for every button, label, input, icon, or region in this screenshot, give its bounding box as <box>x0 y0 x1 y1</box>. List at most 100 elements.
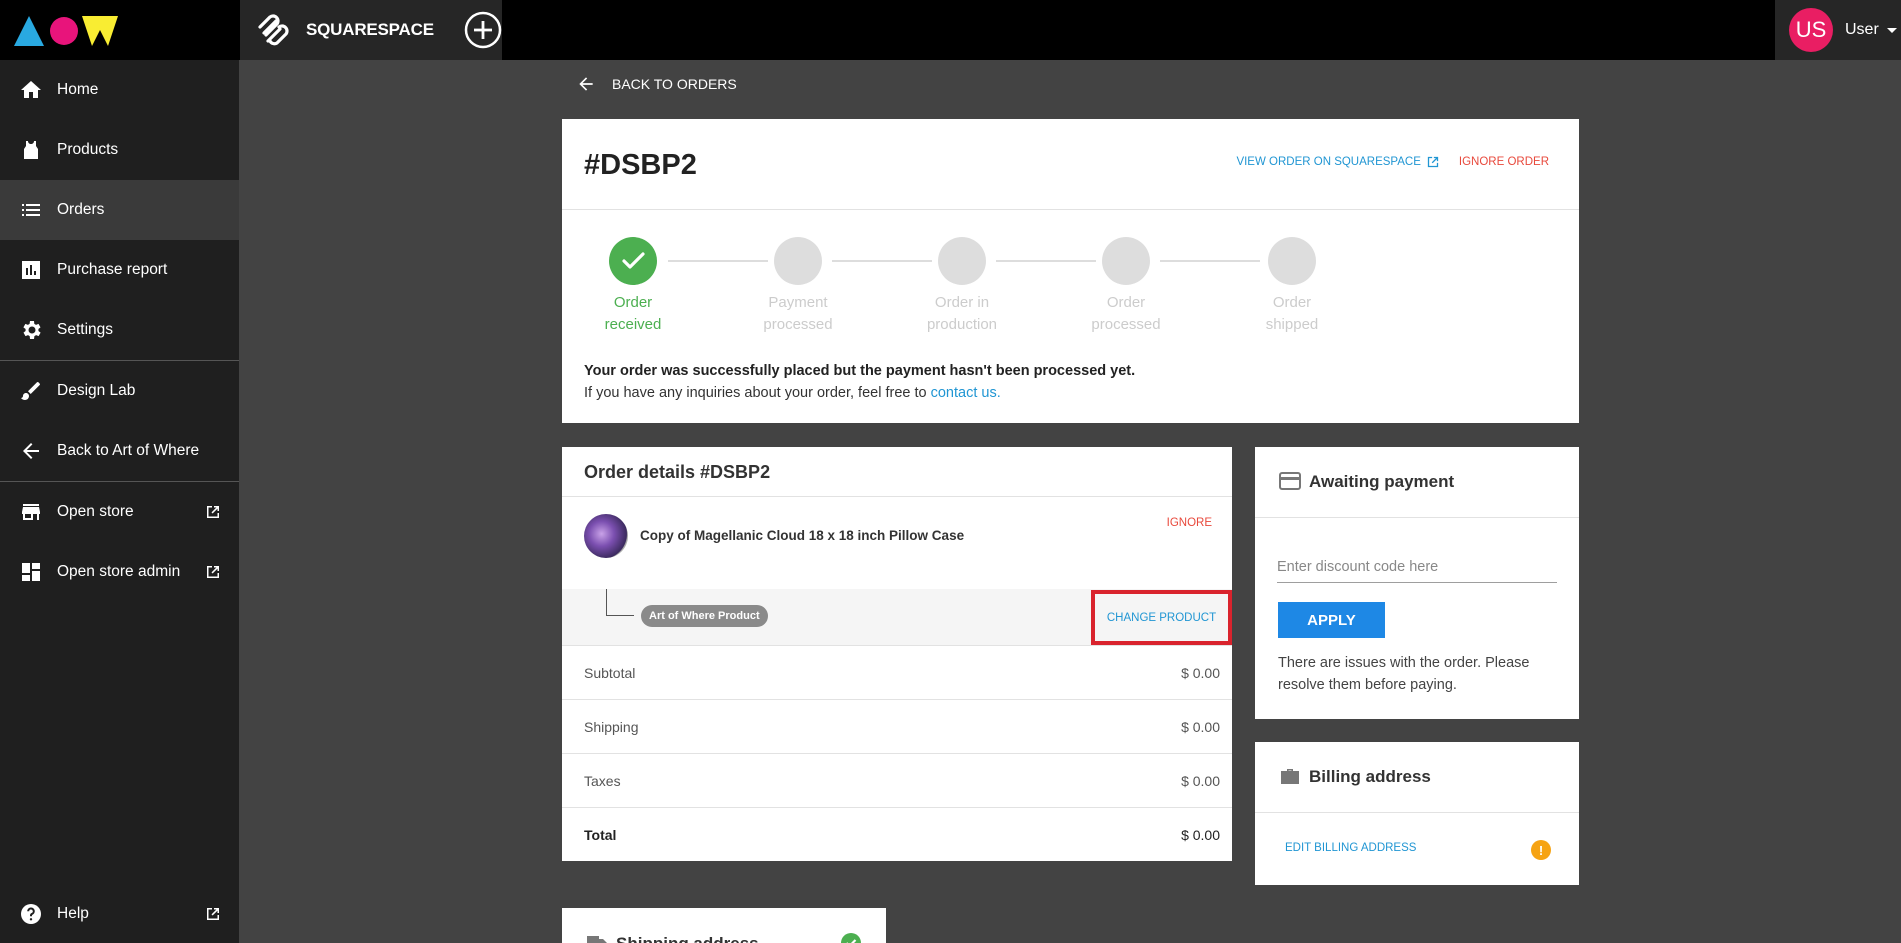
step-label-line: Payment <box>768 294 828 311</box>
help-icon <box>21 904 41 924</box>
sidebar-item-label: Home <box>57 81 99 98</box>
check-icon <box>622 252 645 269</box>
divider <box>562 209 1579 210</box>
step-order-processed <box>1102 237 1150 285</box>
sidebar-item-open-store[interactable]: Open store <box>0 482 239 542</box>
ignore-product-link[interactable]: IGNORE <box>1167 517 1212 529</box>
payment-status-title: Awaiting payment <box>1309 472 1455 491</box>
product-name: Copy of Magellanic Cloud 18 x 18 inch Pi… <box>640 528 965 543</box>
sidebar-item-purchase-report[interactable]: Purchase report <box>0 240 239 300</box>
order-details-card: Order details #DSBP2 Copy of Magellanic … <box>562 447 1232 861</box>
summary-label: Shipping <box>584 718 639 735</box>
shipping-address-title: Shipping address <box>616 934 759 943</box>
summary-value: $ 0.00 <box>1181 772 1220 789</box>
sidebar-item-orders[interactable]: Orders <box>0 180 239 240</box>
add-icon[interactable] <box>464 11 502 49</box>
product-source-badge: Art of Where Product <box>641 605 768 627</box>
shipping-card: Shipping address <box>562 908 886 943</box>
step-label: Order in production <box>907 292 1017 336</box>
view-order-link[interactable]: VIEW ORDER ON SQUARESPACE <box>1236 156 1439 168</box>
ignore-order-link[interactable]: IGNORE ORDER <box>1459 156 1549 168</box>
squarespace-logo-icon <box>258 14 289 46</box>
sidebar-item-label: Design Lab <box>57 382 136 399</box>
sidebar-item-label: Purchase report <box>57 261 168 278</box>
step-label-line: Order <box>1272 294 1312 311</box>
sidebar-item-label: Back to Art of Where <box>57 442 200 459</box>
step-label: Order processed <box>1071 292 1181 336</box>
billing-card: Billing address EDIT BILLING ADDRESS ! <box>1255 742 1579 885</box>
back-to-orders-link[interactable]: BACK TO ORDERS <box>576 74 737 94</box>
summary-value: $ 0.00 <box>1181 718 1220 735</box>
sidebar-item-open-store-admin[interactable]: Open store admin <box>0 542 239 602</box>
brand-name: SQUARESPACE <box>306 20 434 39</box>
warning-icon: ! <box>1531 840 1551 860</box>
summary-row-subtotal: Subtotal $ 0.00 <box>562 645 1232 699</box>
sidebar-item-settings[interactable]: Settings <box>0 300 239 360</box>
sidebar-item-label: Open store admin <box>57 563 181 580</box>
art-of-where-logo[interactable] <box>12 12 122 48</box>
user-menu[interactable]: US User <box>1775 0 1901 60</box>
gear-icon <box>23 321 41 339</box>
apply-button[interactable]: APPLY <box>1278 602 1385 638</box>
sidebar-item-products[interactable]: Products <box>0 120 239 180</box>
step-connector <box>996 260 1096 262</box>
edit-billing-address-link[interactable]: EDIT BILLING ADDRESS <box>1285 842 1416 854</box>
contact-us-link[interactable]: contact us. <box>931 385 1001 401</box>
squarespace-brand: SQUARESPACE <box>240 0 502 60</box>
user-name: User <box>1845 21 1879 38</box>
summary-value: $ 0.00 <box>1181 664 1220 681</box>
product-variant-row: Art of Where Product CHANGE PRODUCT <box>562 589 1232 645</box>
sidebar-item-label: Help <box>57 905 89 922</box>
sidebar-item-help[interactable]: Help <box>0 884 239 943</box>
step-order-in-production <box>938 237 986 285</box>
step-payment-processed <box>774 237 822 285</box>
summary-label: Subtotal <box>584 664 636 681</box>
step-connector <box>668 260 768 262</box>
divider <box>1255 812 1579 813</box>
sidebar-item-label: Open store <box>57 503 134 520</box>
product-thumbnail <box>584 514 628 558</box>
order-inquiry-message: If you have any inquiries about your ord… <box>584 385 1001 401</box>
brush-icon <box>21 382 40 400</box>
summary-label: Total <box>584 826 617 843</box>
divider <box>1255 517 1579 518</box>
sidebar-item-label: Products <box>57 141 119 158</box>
sidebar-item-back-to-art-of-where[interactable]: Back to Art of Where <box>0 421 239 481</box>
sidebar-item-design-lab[interactable]: Design Lab <box>0 361 239 421</box>
order-status-message: Your order was successfully placed but t… <box>584 363 1136 379</box>
step-label-line: shipped <box>1265 316 1319 333</box>
step-label-line: Order <box>613 294 653 311</box>
credit-card-icon <box>1279 472 1301 490</box>
inquiry-text: If you have any inquiries about your ord… <box>584 385 927 401</box>
step-label-line: Order in <box>934 294 990 311</box>
back-to-orders-label: BACK TO ORDERS <box>612 76 737 92</box>
change-product-button[interactable]: CHANGE PRODUCT <box>1091 590 1232 645</box>
summary-row-shipping: Shipping $ 0.00 <box>562 699 1232 753</box>
step-label-line: processed <box>1091 316 1161 333</box>
view-order-label: VIEW ORDER ON SQUARESPACE <box>1236 156 1421 168</box>
payment-card: Awaiting payment APPLY There are issues … <box>1255 447 1579 719</box>
arrow-left-icon <box>579 77 593 91</box>
order-status-card: #DSBP2 VIEW ORDER ON SQUARESPACE IGNORE … <box>562 119 1579 423</box>
check-circle-icon <box>841 933 861 943</box>
sidebar: Home Products Orders Purchase report Set… <box>0 60 239 943</box>
step-connector <box>832 260 932 262</box>
external-link-icon <box>207 566 219 578</box>
step-connector <box>1160 260 1260 262</box>
divider <box>562 496 1232 497</box>
arrow-left-icon <box>23 443 39 459</box>
payment-issue-message: There are issues with the order. Please … <box>1278 655 1530 693</box>
sidebar-item-home[interactable]: Home <box>0 60 239 120</box>
step-label-line: Order <box>1106 294 1146 311</box>
sidebar-item-label: Settings <box>57 321 114 338</box>
sidebar-item-label: Orders <box>57 201 105 218</box>
dashboard-icon <box>22 563 40 581</box>
discount-code-input[interactable] <box>1277 551 1557 583</box>
list-icon <box>22 204 40 216</box>
external-link-icon <box>1427 156 1439 168</box>
billing-address-title: Billing address <box>1309 767 1431 786</box>
step-label: Order received <box>578 292 688 336</box>
tree-connector <box>606 589 634 616</box>
bar-chart-icon <box>22 261 40 279</box>
briefcase-icon <box>1281 769 1299 784</box>
